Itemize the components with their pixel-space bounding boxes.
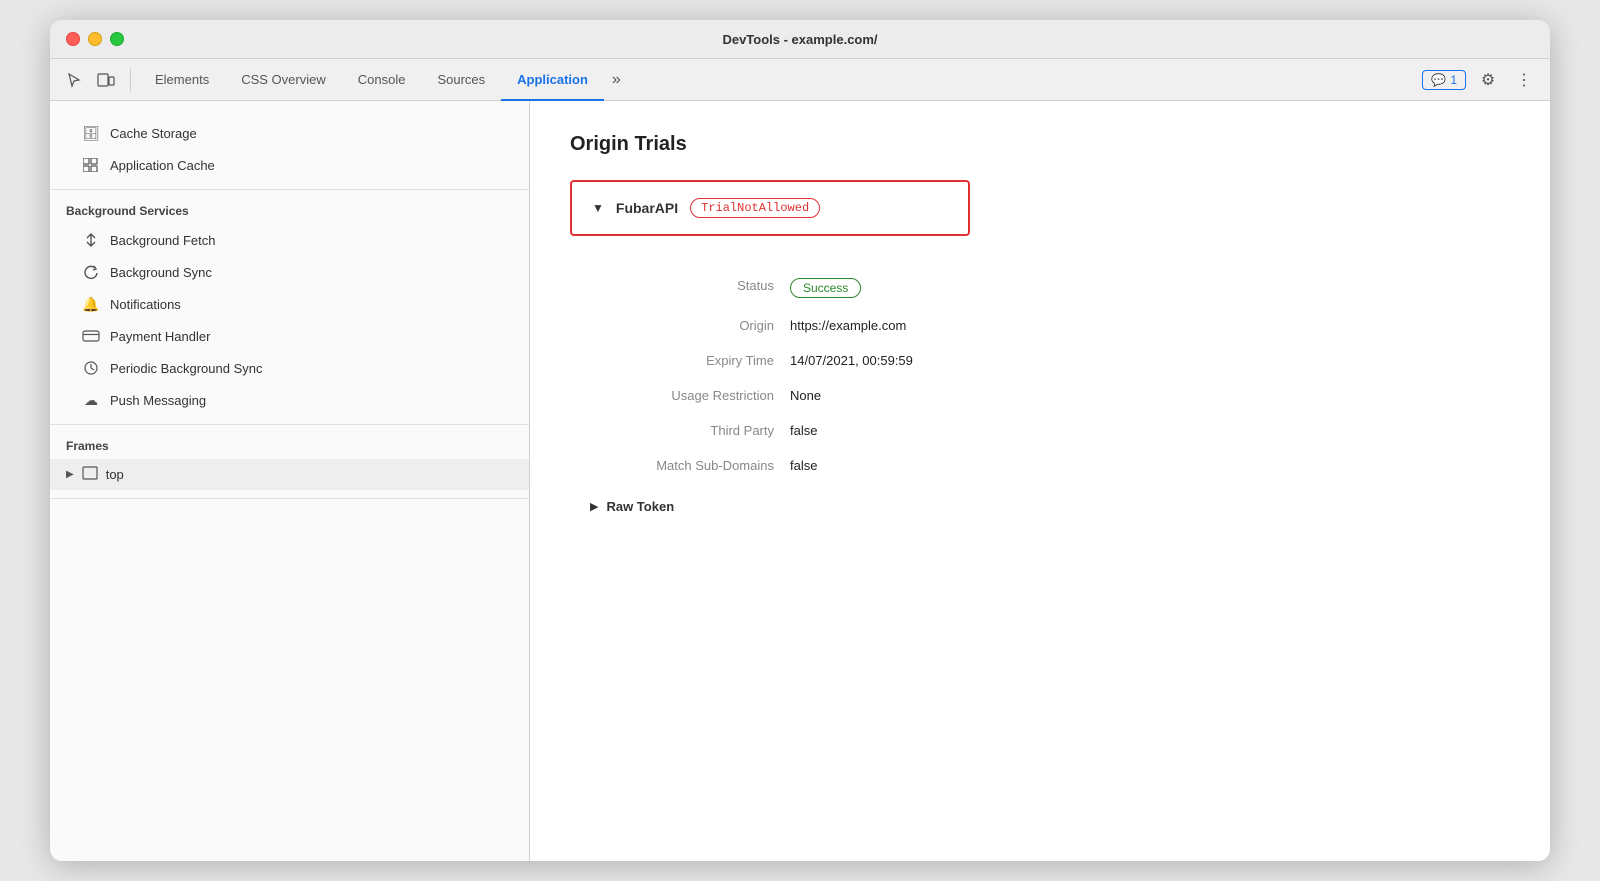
trial-box[interactable]: ▼ FubarAPI TrialNotAllowed: [570, 180, 970, 236]
payment-handler-icon: [82, 327, 100, 345]
tab-sources[interactable]: Sources: [421, 59, 501, 101]
sidebar-item-periodic-background-sync[interactable]: Periodic Background Sync: [50, 352, 529, 384]
more-tabs-button[interactable]: »: [604, 71, 629, 89]
third-party-value: false: [790, 413, 1510, 448]
close-button[interactable]: [66, 32, 80, 46]
minimize-button[interactable]: [88, 32, 102, 46]
frame-page-icon: [82, 466, 98, 483]
expiry-value: 14/07/2021, 00:59:59: [790, 343, 1510, 378]
notification-icon: 💬: [1431, 73, 1446, 87]
usage-restriction-value: None: [790, 378, 1510, 413]
tab-application[interactable]: Application: [501, 59, 604, 101]
sidebar-item-label: Application Cache: [110, 158, 215, 173]
sidebar-item-label: Push Messaging: [110, 393, 206, 408]
background-sync-icon: [82, 263, 100, 281]
sidebar-item-label: Periodic Background Sync: [110, 361, 262, 376]
maximize-button[interactable]: [110, 32, 124, 46]
status-badge: Success: [790, 278, 861, 298]
storage-section: 🗄 Cache Storage Application Cache: [50, 109, 529, 190]
status-label: Status: [590, 268, 790, 308]
tab-elements[interactable]: Elements: [139, 59, 225, 101]
sidebar-item-background-fetch[interactable]: Background Fetch: [50, 224, 529, 256]
sidebar-item-push-messaging[interactable]: ☁ Push Messaging: [50, 384, 529, 416]
sidebar-item-label: Notifications: [110, 297, 181, 312]
frames-section: Frames ▶ top: [50, 425, 529, 499]
sidebar-item-top-frame[interactable]: ▶ top: [50, 459, 529, 490]
sidebar-item-background-sync[interactable]: Background Sync: [50, 256, 529, 288]
trial-not-allowed-badge: TrialNotAllowed: [690, 198, 820, 218]
frame-chevron-icon: ▶: [66, 469, 74, 480]
traffic-lights: [66, 32, 124, 46]
content-area: Origin Trials ▼ FubarAPI TrialNotAllowed…: [530, 101, 1550, 861]
sidebar-item-cache-storage[interactable]: 🗄 Cache Storage: [50, 117, 529, 149]
push-messaging-icon: ☁: [82, 391, 100, 409]
frames-title: Frames: [50, 433, 529, 459]
usage-restriction-label: Usage Restriction: [590, 378, 790, 413]
sidebar-item-payment-handler[interactable]: Payment Handler: [50, 320, 529, 352]
raw-token-chevron-icon: ▶: [590, 500, 598, 513]
notification-count: 1: [1450, 73, 1457, 87]
main-layout: 🗄 Cache Storage Application Cache: [50, 101, 1550, 861]
sidebar: 🗄 Cache Storage Application Cache: [50, 101, 530, 861]
more-options-button[interactable]: ⋮: [1510, 66, 1538, 94]
raw-token-row[interactable]: ▶ Raw Token: [590, 499, 1510, 514]
expiry-label: Expiry Time: [590, 343, 790, 378]
tab-console[interactable]: Console: [342, 59, 422, 101]
background-fetch-icon: [82, 231, 100, 249]
sidebar-item-label: Cache Storage: [110, 126, 197, 141]
sidebar-item-application-cache[interactable]: Application Cache: [50, 149, 529, 181]
window-title: DevTools - example.com/: [722, 32, 877, 47]
third-party-label: Third Party: [590, 413, 790, 448]
device-toggle-icon[interactable]: [94, 68, 118, 92]
application-cache-icon: [82, 156, 100, 174]
trial-chevron-icon: ▼: [592, 201, 604, 215]
periodic-background-sync-icon: [82, 359, 100, 377]
sidebar-item-label: Background Fetch: [110, 233, 216, 248]
cache-storage-icon: 🗄: [82, 124, 100, 142]
cursor-icon[interactable]: [62, 68, 86, 92]
sidebar-item-label: Payment Handler: [110, 329, 210, 344]
sidebar-item-label: Background Sync: [110, 265, 212, 280]
match-sub-domains-label: Match Sub-Domains: [590, 448, 790, 483]
settings-button[interactable]: ⚙: [1474, 66, 1502, 94]
origin-label: Origin: [590, 308, 790, 343]
trial-name: FubarAPI: [616, 200, 678, 216]
raw-token-label: Raw Token: [606, 499, 674, 514]
tab-css-overview[interactable]: CSS Overview: [225, 59, 342, 101]
tab-bar-right: 💬 1 ⚙ ⋮: [1422, 66, 1538, 94]
title-bar: DevTools - example.com/: [50, 20, 1550, 59]
tab-bar-icons: [62, 68, 131, 92]
background-services-title: Background Services: [50, 198, 529, 224]
status-value: Success: [790, 268, 1510, 308]
page-title: Origin Trials: [570, 133, 1510, 156]
notification-badge[interactable]: 💬 1: [1422, 70, 1466, 90]
frame-label: top: [106, 467, 124, 482]
tab-bar: Elements CSS Overview Console Sources Ap…: [50, 59, 1550, 101]
devtools-window: DevTools - example.com/ Elements CSS Ove…: [50, 20, 1550, 861]
background-services-section: Background Services Background Fetch: [50, 190, 529, 425]
match-sub-domains-value: false: [790, 448, 1510, 483]
origin-value: https://example.com: [790, 308, 1510, 343]
sidebar-item-notifications[interactable]: 🔔 Notifications: [50, 288, 529, 320]
detail-table: Status Success Origin https://example.co…: [590, 268, 1510, 483]
notifications-icon: 🔔: [82, 295, 100, 313]
